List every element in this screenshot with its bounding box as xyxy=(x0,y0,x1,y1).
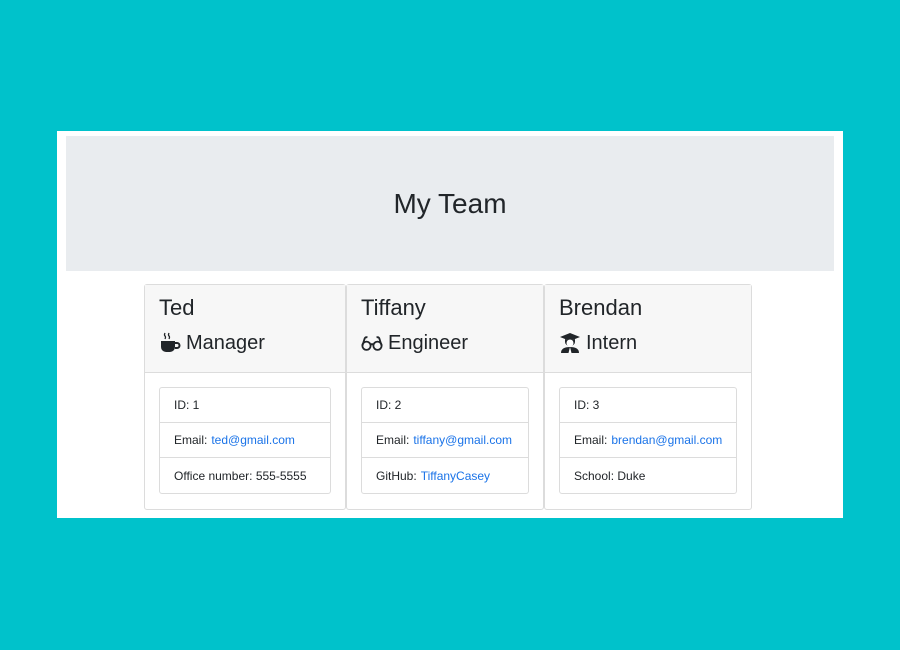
employee-role: Manager xyxy=(159,331,331,355)
employee-card-manager: Ted Manager ID: 1 Email: ted@gmail.com O… xyxy=(144,284,346,510)
list-item-school: School: Duke xyxy=(574,468,646,483)
list-item-github: GitHub: TiffanyCasey xyxy=(362,458,528,493)
details-list: ID: 1 Email: ted@gmail.com Office number… xyxy=(159,387,331,494)
header-banner: My Team xyxy=(66,136,834,271)
list-item-id: ID: 3 xyxy=(560,388,736,423)
role-label: Intern xyxy=(586,332,638,354)
details-list: ID: 2 Email: tiffany@gmail.com GitHub: T… xyxy=(361,387,529,494)
details-list: ID: 3 Email: brendan@gmail.com School: D… xyxy=(559,387,737,494)
card-header: Ted Manager xyxy=(145,285,345,373)
page-container: My Team Ted Manager ID: 1 Email: ted@gma… xyxy=(57,131,843,518)
card-header: Tiffany Engineer xyxy=(347,285,543,373)
role-label: Manager xyxy=(186,332,265,354)
list-item-id: ID: 2 xyxy=(362,388,528,423)
email-label: Email: xyxy=(174,433,208,447)
page-title: My Team xyxy=(393,187,507,219)
list-item-id: ID: 1 xyxy=(160,388,330,423)
list-item-email: Email: ted@gmail.com xyxy=(160,423,330,458)
email-link[interactable]: brendan@gmail.com xyxy=(611,433,722,447)
glasses-icon xyxy=(361,332,383,354)
team-cards: Ted Manager ID: 1 Email: ted@gmail.com O… xyxy=(144,284,752,510)
employee-name: Tiffany xyxy=(361,295,426,320)
card-body: ID: 1 Email: ted@gmail.com Office number… xyxy=(145,373,345,494)
employee-name: Brendan xyxy=(559,295,643,320)
github-label: GitHub: xyxy=(376,468,417,483)
email-label: Email: xyxy=(574,433,608,447)
card-body: ID: 3 Email: brendan@gmail.com School: D… xyxy=(545,373,751,494)
github-link[interactable]: TiffanyCasey xyxy=(421,469,490,483)
card-body: ID: 2 Email: tiffany@gmail.com GitHub: T… xyxy=(347,373,543,494)
employee-role: Intern xyxy=(559,331,737,355)
employee-name: Ted xyxy=(159,295,195,320)
card-header: Brendan Intern xyxy=(545,285,751,373)
employee-card-engineer: Tiffany Engineer ID: 2 Email: tiffany@gm… xyxy=(346,284,544,510)
list-item-email: Email: brendan@gmail.com xyxy=(560,423,736,458)
employee-card-intern: Brendan Intern ID: 3 Email: brendan@gmai… xyxy=(544,284,752,510)
graduate-icon xyxy=(559,332,581,354)
email-label: Email: xyxy=(376,433,410,447)
list-item-email: Email: tiffany@gmail.com xyxy=(362,423,528,458)
coffee-mug-icon xyxy=(159,332,181,354)
email-link[interactable]: ted@gmail.com xyxy=(211,433,295,447)
role-label: Engineer xyxy=(388,332,469,354)
email-link[interactable]: tiffany@gmail.com xyxy=(413,433,512,447)
employee-role: Engineer xyxy=(361,331,529,355)
list-item-office-number: Office number: 555-5555 xyxy=(174,468,307,483)
